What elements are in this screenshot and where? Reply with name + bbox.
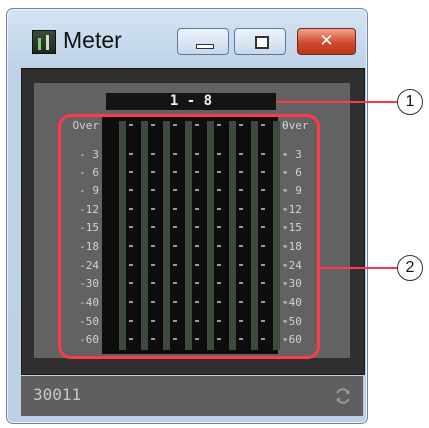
minimize-icon <box>196 44 214 49</box>
meters-highlight-frame <box>58 114 320 359</box>
refresh-icon[interactable] <box>334 387 352 405</box>
maximize-icon <box>255 36 269 49</box>
callout-1: 1 <box>397 89 423 115</box>
device-id: 30011 <box>33 385 82 404</box>
close-icon: ✕ <box>319 31 334 51</box>
callout-line-1 <box>276 101 397 103</box>
maximize-button[interactable] <box>234 28 286 55</box>
close-button[interactable]: ✕ <box>297 28 356 55</box>
channel-range-label: 1 - 8 <box>106 93 276 110</box>
callout-line-2 <box>320 267 397 269</box>
minimize-button[interactable] <box>177 28 229 55</box>
meter-app-icon[interactable] <box>32 30 56 54</box>
callout-2: 2 <box>397 255 423 281</box>
window-title: Meter <box>63 27 122 53</box>
